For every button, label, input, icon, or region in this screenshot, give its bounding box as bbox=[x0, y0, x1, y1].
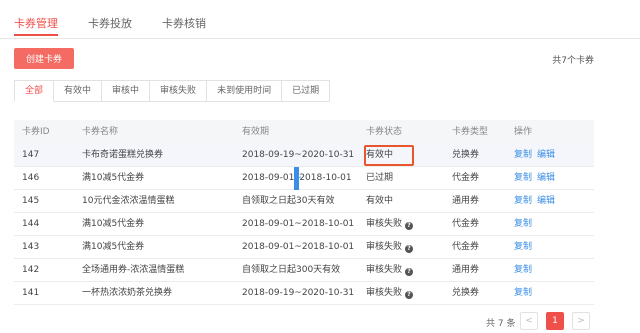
copy-link[interactable]: 复制 bbox=[514, 173, 532, 183]
cell-type: 兑换券 bbox=[452, 288, 480, 298]
cell-name: 全场通用券-浓浓温情蛋糕 bbox=[82, 265, 185, 275]
header-type: 卡券类型 bbox=[452, 127, 489, 137]
cell-id: 144 bbox=[22, 219, 40, 229]
cell-id: 141 bbox=[22, 288, 40, 298]
cell-status: 有效中 bbox=[364, 144, 452, 166]
cell-type: 代金券 bbox=[452, 219, 480, 229]
header-name: 卡券名称 bbox=[82, 127, 119, 137]
status-text: 审核失败 bbox=[366, 288, 403, 298]
status-text: 审核失败 bbox=[366, 242, 403, 252]
table-row: 144 满10减5代金券 2018-09-01~2018-10-01 审核失败?… bbox=[14, 213, 594, 236]
next-page-button[interactable]: > bbox=[572, 312, 590, 330]
filter-not-started[interactable]: 未到使用时间 bbox=[207, 80, 283, 102]
cell-actions: 复制 编辑 bbox=[514, 167, 594, 189]
cell-status: 审核失败? bbox=[366, 282, 452, 304]
cell-period: 2018-09-01~2018-10-01 bbox=[242, 167, 366, 190]
edit-link[interactable]: 编辑 bbox=[537, 173, 555, 183]
question-icon[interactable]: ? bbox=[405, 291, 414, 299]
cell-actions: 复制 编辑 bbox=[514, 190, 594, 212]
cell-actions: 复制 bbox=[514, 236, 594, 258]
table-row: 147 卡布奇诺蛋糕兑换券 2018-09-19~2020-10-31 有效中 … bbox=[14, 144, 594, 167]
period-start: 2018-09-01 bbox=[242, 173, 295, 183]
cell-actions: 复制 bbox=[514, 213, 594, 235]
cell-type: 代金券 bbox=[452, 242, 480, 252]
cell-name: 满10减5代金券 bbox=[82, 219, 145, 229]
copy-link[interactable]: 复制 bbox=[514, 196, 532, 206]
top-tabs: 卡券管理 卡券投放 卡券核销 bbox=[14, 0, 236, 38]
filter-review-failed[interactable]: 审核失败 bbox=[150, 80, 208, 102]
period-end: 2018-10-01 bbox=[299, 173, 352, 183]
header-status: 卡券状态 bbox=[366, 127, 403, 137]
status-filter-tabs: 全部 有效中 审核中 审核失败 未到使用时间 已过期 bbox=[14, 80, 331, 102]
cell-type: 代金券 bbox=[452, 173, 480, 183]
header-actions: 操作 bbox=[514, 127, 533, 137]
edit-link[interactable]: 编辑 bbox=[537, 150, 555, 160]
cell-name: 满10减5代金券 bbox=[82, 242, 145, 252]
status-text: 有效中 bbox=[366, 150, 394, 160]
cell-status: 已过期 bbox=[366, 173, 394, 183]
cell-name: 卡布奇诺蛋糕兑换券 bbox=[82, 150, 164, 160]
table-row: 145 10元代金浓浓温情蛋糕 自领取之日起30天有效 有效中 通用券 复制 编辑 bbox=[14, 190, 594, 213]
card-table: 卡券ID 卡券名称 有效期 卡券状态 卡券类型 操作 147 卡布奇诺蛋糕兑换券… bbox=[14, 120, 594, 305]
cell-id: 147 bbox=[22, 150, 40, 160]
cell-id: 145 bbox=[22, 196, 40, 206]
cell-period: 2018-09-19~2020-10-31 bbox=[242, 288, 355, 298]
create-card-button[interactable]: 创建卡券 bbox=[14, 48, 74, 69]
table-row: 146 满10减5代金券 2018-09-01~2018-10-01 已过期 代… bbox=[14, 167, 594, 190]
cell-id: 142 bbox=[22, 265, 40, 275]
edit-link[interactable]: 编辑 bbox=[537, 196, 555, 206]
cell-id: 143 bbox=[22, 242, 40, 252]
cell-status: 审核失败? bbox=[366, 236, 452, 258]
copy-link[interactable]: 复制 bbox=[514, 150, 532, 160]
page-1-button[interactable]: 1 bbox=[546, 312, 564, 330]
question-icon[interactable]: ? bbox=[405, 268, 414, 276]
question-icon[interactable]: ? bbox=[405, 245, 414, 253]
status-text: 审核失败 bbox=[366, 219, 403, 229]
cell-period: 2018-09-19~2020-10-31 bbox=[242, 150, 355, 160]
cell-type: 通用券 bbox=[452, 265, 480, 275]
pagination-total: 共 7 条 bbox=[486, 319, 516, 329]
prev-page-button[interactable]: < bbox=[520, 312, 538, 330]
cell-name: 一杯热浓浓奶茶兑换券 bbox=[82, 288, 173, 298]
cell-actions: 复制 bbox=[514, 259, 594, 281]
cell-period: 2018-09-01~2018-10-01 bbox=[242, 242, 355, 252]
cell-name: 10元代金浓浓温情蛋糕 bbox=[82, 196, 175, 206]
header-period: 有效期 bbox=[242, 127, 270, 137]
table-header: 卡券ID 卡券名称 有效期 卡券状态 卡券类型 操作 bbox=[14, 120, 594, 144]
cell-actions: 复制 bbox=[514, 282, 594, 304]
cell-period: 自领取之日起300天有效 bbox=[242, 265, 341, 275]
cell-period: 2018-09-01~2018-10-01 bbox=[242, 219, 355, 229]
filter-all[interactable]: 全部 bbox=[14, 80, 55, 102]
cell-type: 通用券 bbox=[452, 196, 480, 206]
cell-type: 兑换券 bbox=[452, 150, 480, 160]
copy-link[interactable]: 复制 bbox=[514, 242, 532, 252]
table-row: 142 全场通用券-浓浓温情蛋糕 自领取之日起300天有效 审核失败? 通用券 … bbox=[14, 259, 594, 282]
header-id: 卡券ID bbox=[22, 127, 50, 137]
table-row: 141 一杯热浓浓奶茶兑换券 2018-09-19~2020-10-31 审核失… bbox=[14, 282, 594, 305]
cell-actions: 复制 编辑 bbox=[514, 144, 594, 166]
total-count-label: 共7个卡券 bbox=[552, 56, 594, 66]
cell-name: 满10减5代金券 bbox=[82, 173, 145, 183]
filter-active[interactable]: 有效中 bbox=[54, 80, 103, 102]
status-text: 审核失败 bbox=[366, 265, 403, 275]
tab-card-redemption[interactable]: 卡券核销 bbox=[162, 0, 206, 38]
question-icon[interactable]: ? bbox=[405, 222, 414, 230]
table-row: 143 满10减5代金券 2018-09-01~2018-10-01 审核失败?… bbox=[14, 236, 594, 259]
cell-status: 审核失败? bbox=[366, 213, 452, 235]
cell-period: 自领取之日起30天有效 bbox=[242, 196, 335, 206]
tab-card-management[interactable]: 卡券管理 bbox=[14, 0, 58, 38]
copy-link[interactable]: 复制 bbox=[514, 219, 532, 229]
filter-expired[interactable]: 已过期 bbox=[282, 80, 331, 102]
copy-link[interactable]: 复制 bbox=[514, 265, 532, 275]
filter-reviewing[interactable]: 审核中 bbox=[102, 80, 151, 102]
cell-status: 审核失败? bbox=[366, 259, 452, 281]
top-divider bbox=[0, 38, 640, 39]
cell-status: 有效中 bbox=[366, 196, 394, 206]
copy-link[interactable]: 复制 bbox=[514, 288, 532, 298]
cell-id: 146 bbox=[22, 173, 40, 183]
tab-card-distribution[interactable]: 卡券投放 bbox=[88, 0, 132, 38]
